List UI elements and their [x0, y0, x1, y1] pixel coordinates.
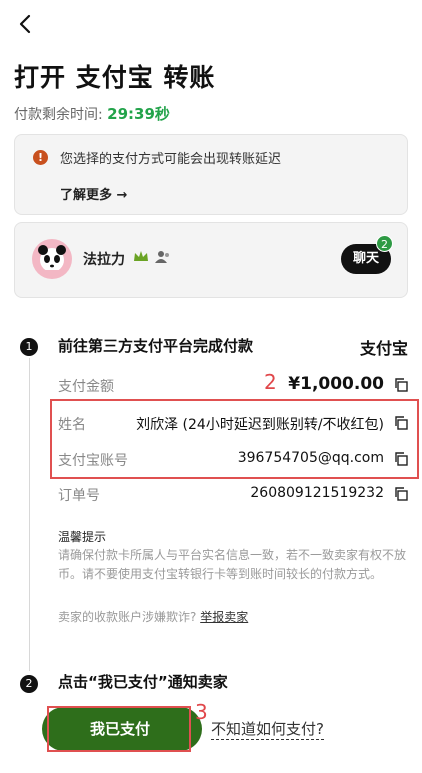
seller-card: 法拉力 聊天 2 [14, 222, 408, 298]
step-connector-line [29, 358, 30, 671]
delay-notice: ! 您选择的支付方式可能会出现转账延迟 了解更多 → [14, 134, 408, 215]
learn-more-link[interactable]: 了解更多 → [60, 184, 127, 203]
annotation-3: 3 [195, 700, 208, 724]
fraud-text: 卖家的收款账户涉嫌欺诈? [58, 610, 197, 624]
order-number-value: 260809121519232 [250, 485, 384, 501]
step-2-title: 点击“我已支付”通知卖家 [58, 673, 228, 691]
amount-value: ¥1,000.00 [288, 374, 384, 394]
tips-text: 请确保付款卡所属人与平台实名信息一致，若不一致卖家有权不放币。请不要使用支付宝转… [58, 548, 407, 581]
highlight-box-payee [50, 399, 419, 479]
step-1-title: 前往第三方支付平台完成付款 [58, 337, 254, 355]
tips-title: 温馨提示 [58, 530, 107, 544]
report-seller-link[interactable]: 举报卖家 [200, 610, 248, 624]
amount-label: 支付金额 [58, 379, 114, 395]
paid-button[interactable]: 我已支付 [53, 710, 187, 748]
payment-method: 支付宝 [359, 339, 408, 358]
page-title: 打开 支付宝 转账 [14, 63, 216, 92]
copy-amount-icon[interactable] [394, 378, 408, 392]
step-1-number: 1 [20, 338, 38, 356]
notice-message: 您选择的支付方式可能会出现转账延迟 [60, 152, 282, 167]
timer-value: 29:39秒 [107, 105, 170, 123]
timer-label: 付款剩余时间: [14, 107, 103, 123]
payment-timer: 付款剩余时间: 29:39秒 [14, 103, 170, 124]
back-arrow-icon[interactable] [14, 12, 38, 36]
how-to-pay-link[interactable]: 不知道如何支付? [211, 718, 324, 740]
warning-icon: ! [33, 150, 48, 165]
chat-unread-badge: 2 [376, 235, 393, 252]
step-2-number: 2 [20, 675, 38, 693]
crown-icon [134, 251, 148, 261]
copy-order-icon[interactable] [394, 487, 408, 501]
seller-avatar [32, 239, 72, 279]
annotation-2: 2 [264, 370, 277, 394]
verified-user-icon [155, 251, 169, 263]
fraud-notice: 卖家的收款账户涉嫌欺诈? 举报卖家 [58, 608, 248, 625]
seller-name: 法拉力 [83, 252, 125, 268]
order-number-label: 订单号 [58, 488, 100, 504]
